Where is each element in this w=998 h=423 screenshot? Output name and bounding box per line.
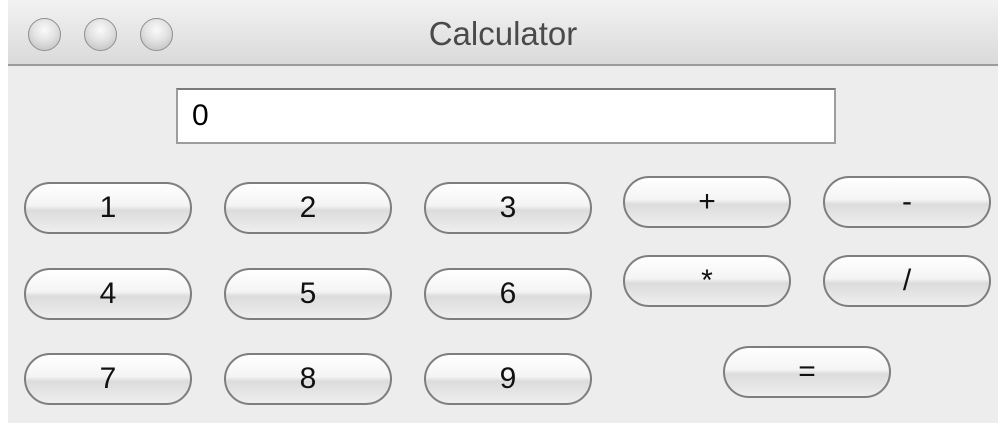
divide-button[interactable]: / [823, 255, 991, 307]
minus-button[interactable]: - [823, 176, 991, 228]
digit-5-button[interactable]: 5 [224, 268, 392, 320]
multiply-button[interactable]: * [623, 255, 791, 307]
title-bar[interactable]: Calculator [8, 0, 998, 66]
digit-6-button[interactable]: 6 [424, 268, 592, 320]
digit-8-button[interactable]: 8 [224, 353, 392, 405]
digit-2-button[interactable]: 2 [224, 182, 392, 234]
display-field[interactable] [176, 88, 836, 144]
digit-1-button[interactable]: 1 [24, 182, 192, 234]
digit-3-button[interactable]: 3 [424, 182, 592, 234]
equals-button[interactable]: = [723, 346, 891, 398]
digit-9-button[interactable]: 9 [424, 353, 592, 405]
digit-7-button[interactable]: 7 [24, 353, 192, 405]
window-title: Calculator [428, 15, 578, 52]
plus-button[interactable]: + [623, 176, 791, 228]
calculator-window: Calculator 1 2 3 + - 4 5 6 * / 7 8 9 = [8, 0, 998, 423]
digit-4-button[interactable]: 4 [24, 268, 192, 320]
